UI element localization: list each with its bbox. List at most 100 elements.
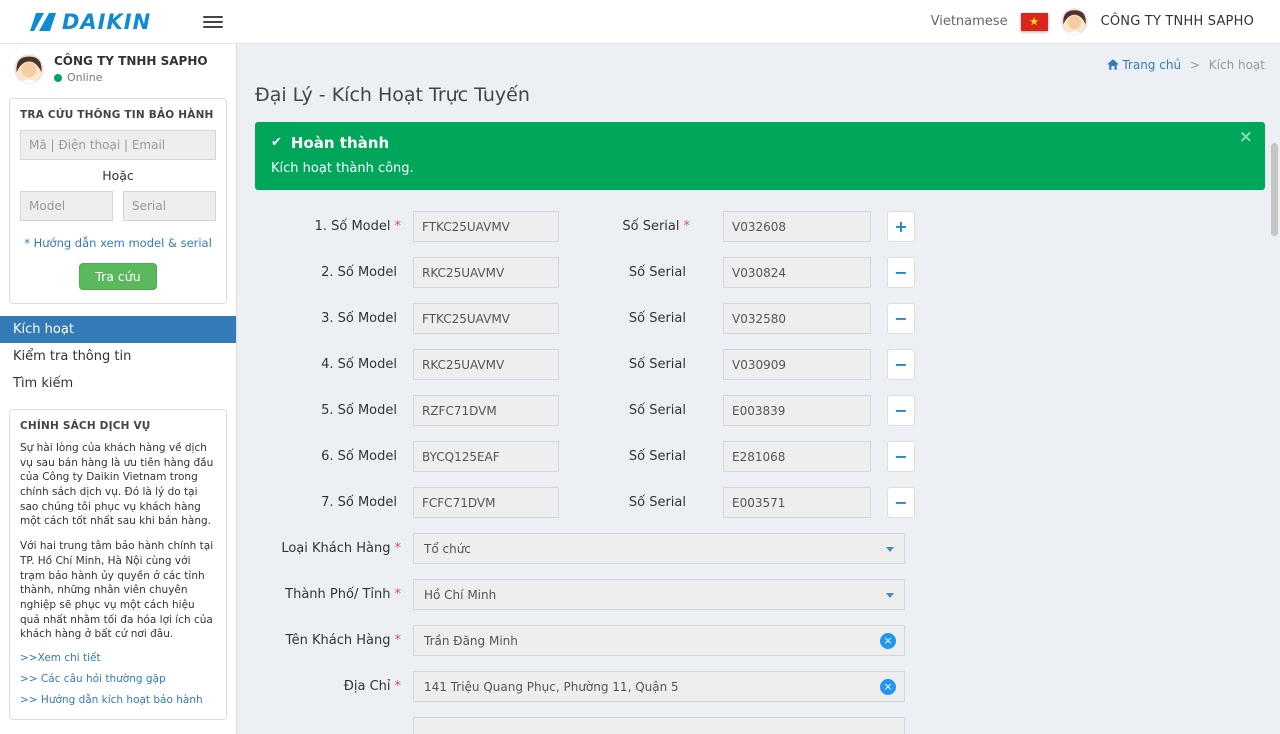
user-status: Online xyxy=(54,71,208,84)
check-icon: ✔ xyxy=(271,135,282,151)
required-asterisk: * xyxy=(395,587,402,602)
customer-name-value: Trần Đăng Minh xyxy=(424,634,518,648)
hamburger-icon[interactable] xyxy=(203,12,223,32)
vietnam-flag-icon[interactable]: ★ xyxy=(1021,13,1048,31)
alert-title-row: ✔ Hoàn thành xyxy=(271,134,1231,152)
lookup-model-input[interactable] xyxy=(20,191,113,221)
model-serial-guide-link[interactable]: * Hướng dẫn xem model & serial xyxy=(20,236,216,250)
device-row-7: 7. Số Model Số Serial − xyxy=(255,487,1265,518)
serial-input[interactable] xyxy=(723,349,871,380)
alert-message: Kích hoạt thành công. xyxy=(271,161,1231,176)
lookup-heading: TRA CỨU THÔNG TIN BẢO HÀNH xyxy=(20,109,216,121)
address-row: Địa Chỉ* 141 Triệu Quang Phục, Phường 11… xyxy=(255,671,1265,702)
daikin-logo-icon xyxy=(30,13,56,31)
model-input[interactable] xyxy=(413,487,559,518)
serial-input[interactable] xyxy=(723,441,871,472)
remove-row-button[interactable]: − xyxy=(887,487,915,518)
breadcrumb: Trang chủ > Kích hoạt xyxy=(255,58,1265,72)
model-label: 6. Số Model xyxy=(255,449,413,464)
see-details-link[interactable]: >>Xem chi tiết xyxy=(20,652,216,664)
required-asterisk: * xyxy=(395,679,402,694)
topbar-company-name[interactable]: CÔNG TY TNHH SAPHO xyxy=(1101,14,1254,29)
service-policy-panel: CHÍNH SÁCH DỊCH VỤ Sự hài lòng của khách… xyxy=(9,409,227,720)
model-label: 1. Số Model* xyxy=(255,219,413,234)
clear-icon[interactable]: × xyxy=(880,633,896,649)
activation-guide-link[interactable]: >> Hướng dẫn kích hoạt bảo hành xyxy=(20,694,216,706)
alert-title: Hoàn thành xyxy=(291,134,389,152)
serial-label: Số Serial xyxy=(559,357,723,372)
model-input[interactable] xyxy=(413,395,559,426)
close-icon[interactable]: × xyxy=(1239,129,1253,146)
remove-row-button[interactable]: − xyxy=(887,303,915,334)
faq-link[interactable]: >> Các câu hỏi thường gặp xyxy=(20,673,216,685)
breadcrumb-current: Kích hoạt xyxy=(1209,58,1265,72)
customer-name-input[interactable]: Trần Đăng Minh × xyxy=(413,625,905,656)
customer-type-select[interactable]: Tổ chức xyxy=(413,533,905,564)
serial-input[interactable] xyxy=(723,487,871,518)
model-input[interactable] xyxy=(413,257,559,288)
city-label: Thành Phố/ Tỉnh* xyxy=(255,587,413,602)
partial-field-input[interactable] xyxy=(413,717,905,734)
sidebar-item-kiem-tra-thong-tin[interactable]: Kiểm tra thông tin xyxy=(0,343,236,370)
lookup-search-input[interactable] xyxy=(20,130,216,160)
success-alert: ✔ Hoàn thành Kích hoạt thành công. × xyxy=(255,122,1265,190)
page-title: Đại Lý - Kích Hoạt Trực Tuyến xyxy=(255,84,1265,106)
device-row-1: 1. Số Model* Số Serial* + xyxy=(255,211,1265,242)
breadcrumb-home-link[interactable]: Trang chủ xyxy=(1107,58,1181,72)
model-input[interactable] xyxy=(413,441,559,472)
clear-icon[interactable]: × xyxy=(880,679,896,695)
model-label: 3. Số Model xyxy=(255,311,413,326)
required-asterisk: * xyxy=(395,541,402,556)
scrollbar-thumb[interactable] xyxy=(1271,143,1278,236)
device-row-6: 6. Số Model Số Serial − xyxy=(255,441,1265,472)
remove-row-button[interactable]: − xyxy=(887,395,915,426)
customer-type-row: Loại Khách Hàng* Tổ chức xyxy=(255,533,1265,564)
device-row-4: 4. Số Model Số Serial − xyxy=(255,349,1265,380)
required-asterisk: * xyxy=(395,633,402,648)
lookup-search-button[interactable]: Tra cứu xyxy=(79,263,156,290)
customer-name-row: Tên Khách Hàng* Trần Đăng Minh × xyxy=(255,625,1265,656)
model-input[interactable] xyxy=(413,211,559,242)
add-row-button[interactable]: + xyxy=(887,211,915,242)
city-row: Thành Phố/ Tỉnh* Hồ Chí Minh xyxy=(255,579,1265,610)
sidebar-user-name: CÔNG TY TNHH SAPHO xyxy=(54,54,208,68)
online-status-label: Online xyxy=(67,71,102,84)
model-serial-row xyxy=(20,191,216,221)
brand-name: DAIKIN xyxy=(62,10,151,34)
user-card: CÔNG TY TNHH SAPHO Online xyxy=(0,44,236,92)
customer-type-value: Tổ chức xyxy=(424,542,471,556)
language-label: Vietnamese xyxy=(931,14,1008,29)
online-status-dot xyxy=(54,74,62,82)
sidebar-item-kich-hoat[interactable]: Kích hoạt xyxy=(0,316,236,343)
required-asterisk: * xyxy=(684,219,691,234)
topbar-right: Vietnamese ★ CÔNG TY TNHH SAPHO xyxy=(931,8,1280,35)
model-input[interactable] xyxy=(413,349,559,380)
sidebar-item-tim-kiem[interactable]: Tìm kiếm xyxy=(0,370,236,397)
serial-input[interactable] xyxy=(723,395,871,426)
daikin-logo[interactable]: DAIKIN xyxy=(30,10,151,34)
policy-heading: CHÍNH SÁCH DỊCH VỤ xyxy=(20,420,216,432)
model-label: 7. Số Model xyxy=(255,495,413,510)
city-select[interactable]: Hồ Chí Minh xyxy=(413,579,905,610)
remove-row-button[interactable]: − xyxy=(887,349,915,380)
device-row-5: 5. Số Model Số Serial − xyxy=(255,395,1265,426)
remove-row-button[interactable]: − xyxy=(887,441,915,472)
address-input[interactable]: 141 Triệu Quang Phục, Phường 11, Quận 5 … xyxy=(413,671,905,702)
serial-input[interactable] xyxy=(723,257,871,288)
policy-paragraph: Với hai trung tâm bảo hành chính tại TP.… xyxy=(20,539,216,642)
lookup-serial-input[interactable] xyxy=(123,191,216,221)
serial-input[interactable] xyxy=(723,211,871,242)
main-content: Trang chủ > Kích hoạt Đại Lý - Kích Hoạt… xyxy=(238,44,1280,734)
serial-label: Số Serial xyxy=(559,495,723,510)
serial-label: Số Serial xyxy=(559,449,723,464)
policy-paragraph: Sự hài lòng của khách hàng về dịch vụ sa… xyxy=(20,441,216,529)
serial-input[interactable] xyxy=(723,303,871,334)
address-value: 141 Triệu Quang Phục, Phường 11, Quận 5 xyxy=(424,680,679,694)
model-input[interactable] xyxy=(413,303,559,334)
remove-row-button[interactable]: − xyxy=(887,257,915,288)
customer-type-label: Loại Khách Hàng* xyxy=(255,541,413,556)
model-label: 4. Số Model xyxy=(255,357,413,372)
avatar[interactable] xyxy=(1061,8,1088,35)
sidebar-avatar xyxy=(14,54,44,84)
customer-name-label: Tên Khách Hàng* xyxy=(255,633,413,648)
